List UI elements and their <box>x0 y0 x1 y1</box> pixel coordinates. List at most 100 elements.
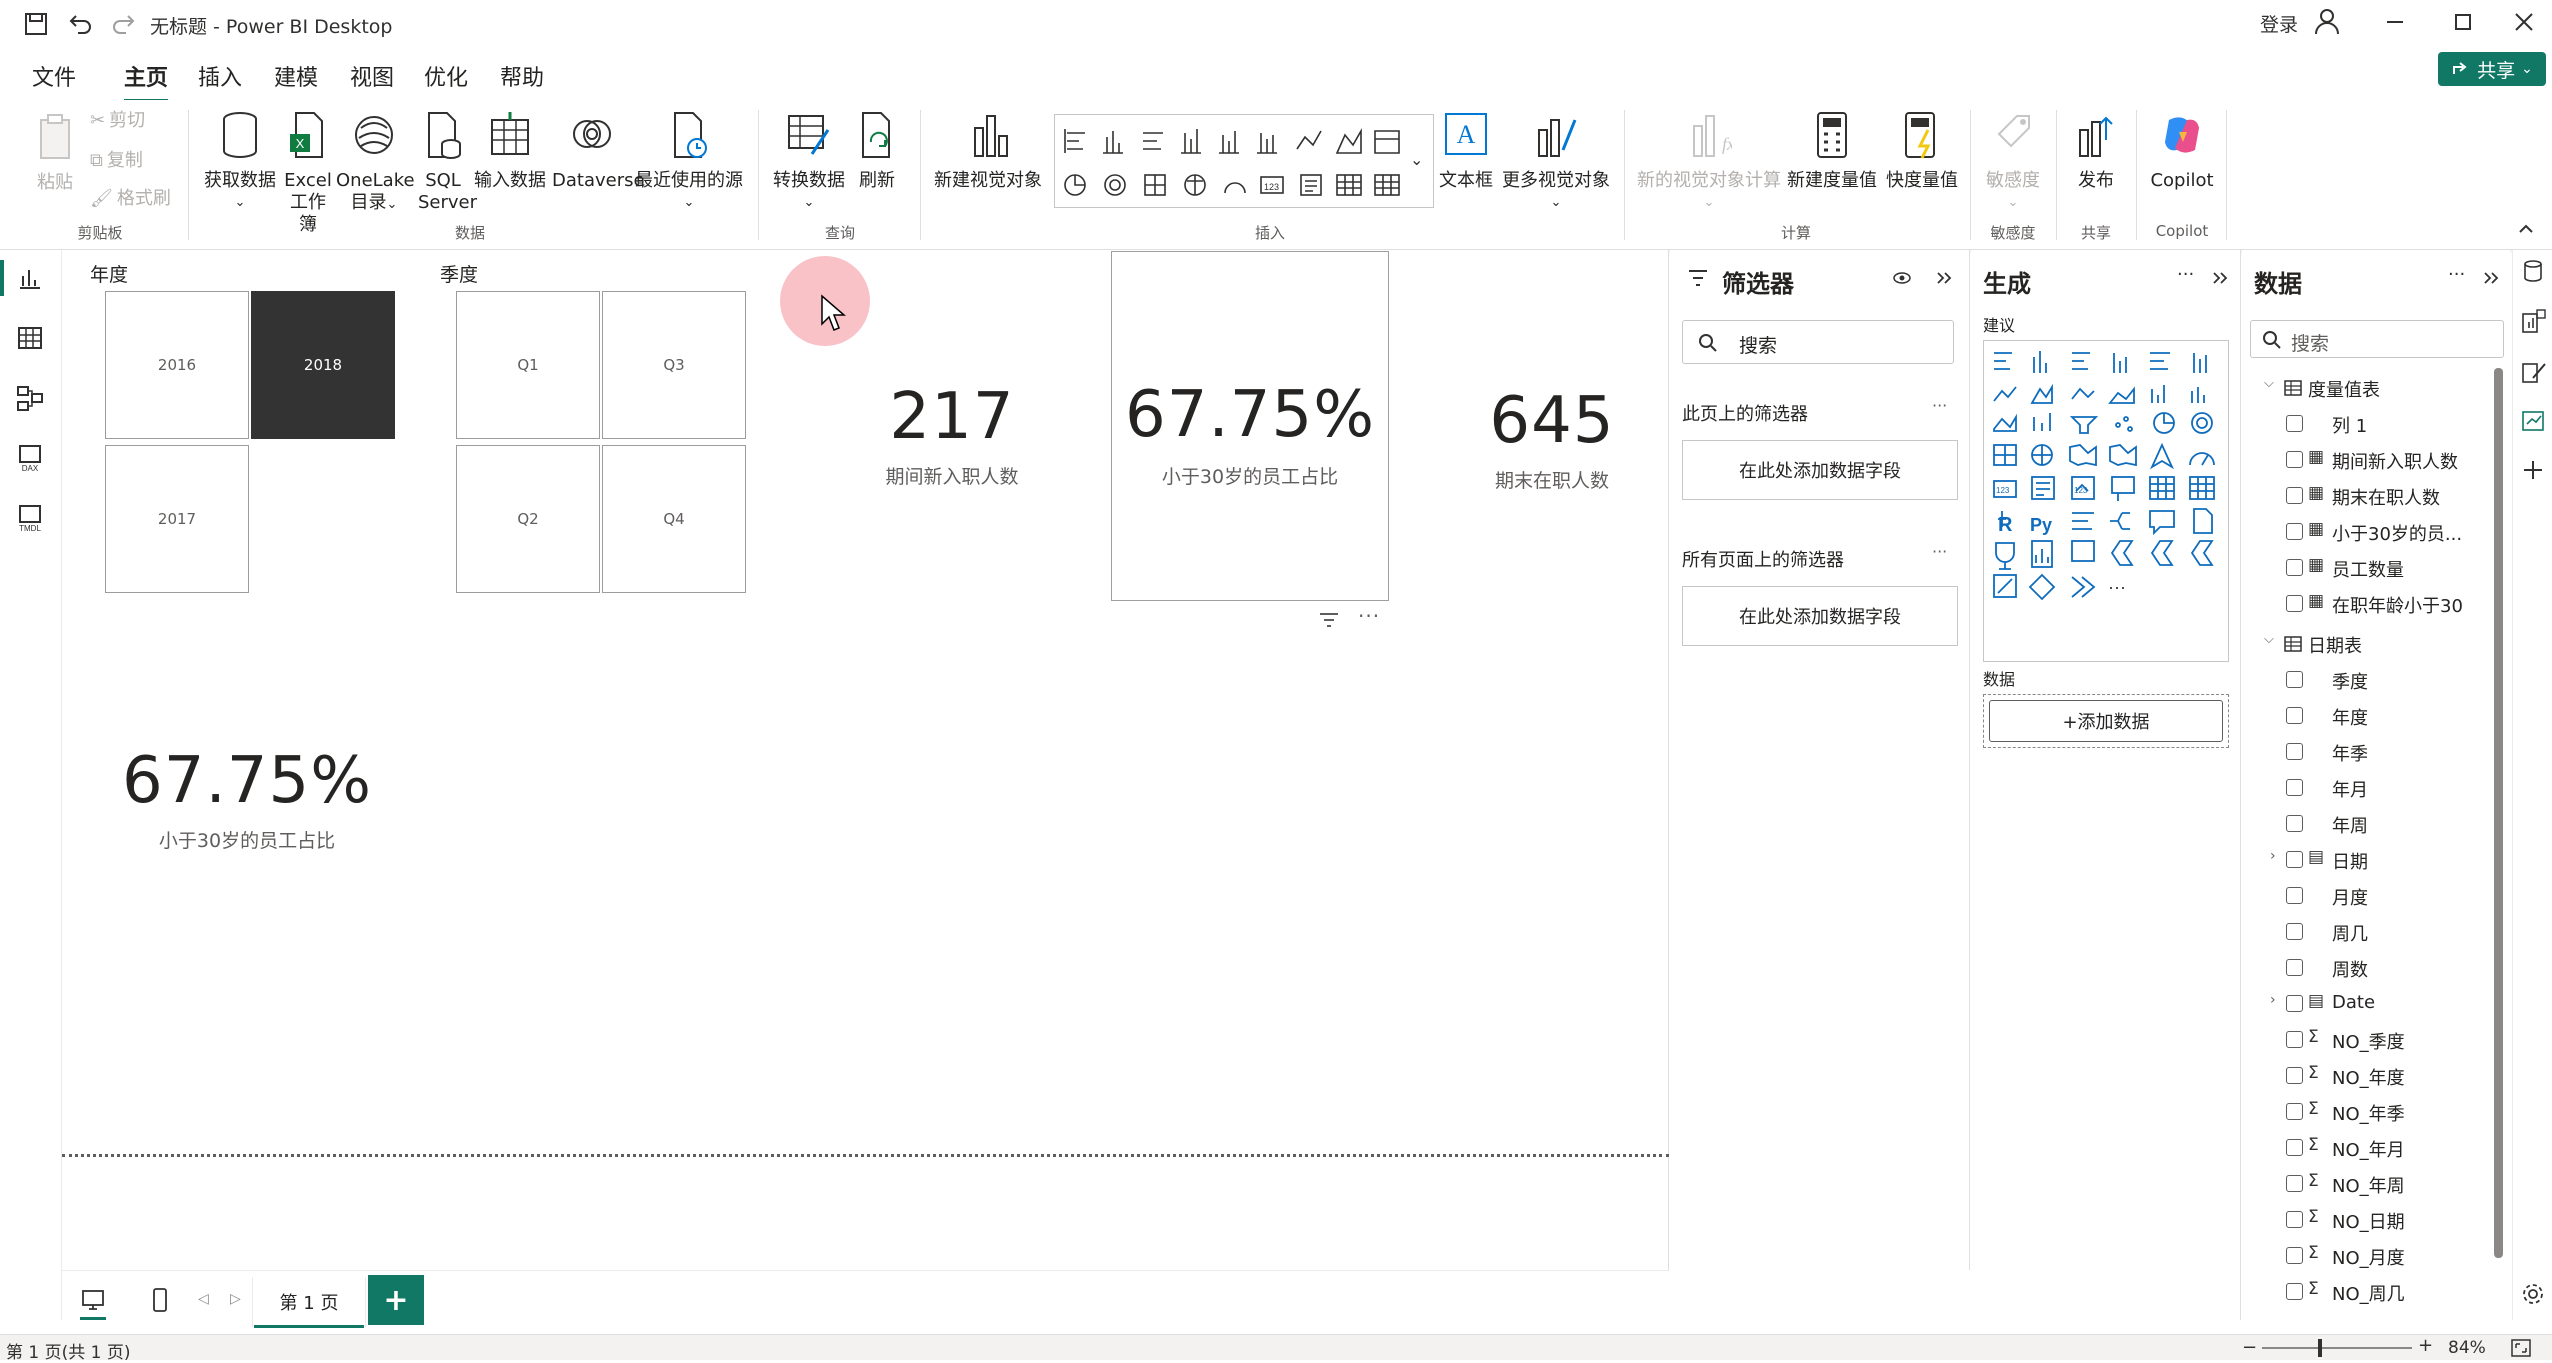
menu-help[interactable]: 帮助 <box>494 56 550 96</box>
field-checkbox[interactable] <box>2286 1211 2303 1228</box>
quarter-slicer-item[interactable]: Q3 <box>602 291 746 439</box>
all-pages-filter-drop-well[interactable]: 在此处添加数据字段 <box>1682 586 1958 646</box>
field-checkbox[interactable] <box>2286 523 2303 540</box>
fit-to-page-icon[interactable] <box>2510 1338 2532 1358</box>
new-measure-button[interactable]: 新建度量值 <box>1784 110 1880 192</box>
field-row[interactable]: 年季 <box>2242 734 2510 770</box>
menu-optimize[interactable]: 优化 <box>418 56 474 96</box>
field-checkbox[interactable] <box>2286 671 2303 688</box>
report-canvas[interactable]: 年度 2016 2018 2017 季度 Q1 Q3 Q2 Q4 217 期间新… <box>62 250 1669 1270</box>
tmdl-view-icon[interactable]: TMDL <box>14 502 46 534</box>
close-icon[interactable] <box>2512 10 2536 34</box>
transform-data-button[interactable]: 转换数据 ⌄ <box>770 110 848 214</box>
field-checkbox[interactable] <box>2286 1247 2303 1264</box>
collapse-pane-icon[interactable] <box>1934 268 1954 288</box>
field-checkbox[interactable] <box>2286 451 2303 468</box>
field-checkbox[interactable] <box>2286 1139 2303 1156</box>
format-painter-button[interactable]: 🖌 格式刷 <box>90 188 171 214</box>
dataverse-button[interactable]: Dataverse <box>552 110 645 192</box>
more-options-icon[interactable]: ··· <box>1932 542 1947 561</box>
user-avatar-icon[interactable] <box>2312 6 2342 36</box>
collapse-ribbon-icon[interactable] <box>2516 218 2536 238</box>
sign-in-link[interactable]: 登录 <box>2260 10 2298 37</box>
card-value[interactable]: 217 <box>842 380 1062 454</box>
quarter-slicer-item[interactable]: Q1 <box>456 291 600 439</box>
dax-query-view-icon[interactable]: DAX <box>14 442 46 474</box>
next-page-icon[interactable]: ▷ <box>230 1291 241 1307</box>
field-row[interactable]: › ▤ Date <box>2242 986 2510 1022</box>
desktop-layout-icon[interactable] <box>80 1287 106 1313</box>
quarter-slicer-item[interactable]: Q4 <box>602 445 746 593</box>
field-row[interactable]: Σ NO_日期 <box>2242 1202 2510 1238</box>
year-slicer-item[interactable]: 2016 <box>105 291 249 439</box>
copilot-button[interactable]: Copilot <box>2144 110 2220 192</box>
page-filter-drop-well[interactable]: 在此处添加数据字段 <box>1682 440 1958 500</box>
recent-sources-button[interactable]: 最近使用的源 ⌄ <box>634 110 744 214</box>
field-row[interactable]: Σ NO_季度 <box>2242 1022 2510 1058</box>
cut-button[interactable]: ✂ 剪切 <box>90 110 145 136</box>
excel-workbook-button[interactable]: X Excel 工作簿 <box>282 110 334 236</box>
gallery-expand-icon[interactable]: ⌄ <box>1410 150 1423 169</box>
field-checkbox[interactable] <box>2286 779 2303 796</box>
add-page-button[interactable]: + <box>368 1275 424 1325</box>
field-row[interactable]: 周数 <box>2242 950 2510 986</box>
field-row[interactable]: Σ NO_年月 <box>2242 1130 2510 1166</box>
chevron-down-icon[interactable]: ⌵ <box>2264 632 2274 647</box>
save-icon[interactable] <box>24 12 48 36</box>
field-checkbox[interactable] <box>2286 959 2303 976</box>
field-checkbox[interactable] <box>2286 1031 2303 1048</box>
menu-home[interactable]: 主页 <box>118 56 174 102</box>
field-row[interactable]: ▦ 期间新入职人数 <box>2242 442 2510 478</box>
zoom-out-button[interactable]: − <box>2242 1337 2257 1358</box>
sql-server-button[interactable]: SQL Server <box>418 110 477 214</box>
field-checkbox[interactable] <box>2286 995 2303 1012</box>
card-value[interactable]: 67.75% <box>122 744 372 818</box>
publish-button[interactable]: 发布 <box>2064 110 2128 192</box>
data-search-box[interactable]: 搜索 <box>2250 320 2504 358</box>
field-checkbox[interactable] <box>2286 595 2303 612</box>
field-row[interactable]: Σ NO_年周 <box>2242 1166 2510 1202</box>
field-row[interactable]: Σ NO_周几 <box>2242 1274 2510 1310</box>
measure-table-node[interactable]: ⌵ 度量值表 <box>2242 370 2510 406</box>
menu-file[interactable]: 文件 <box>26 56 82 96</box>
undo-icon[interactable] <box>68 10 94 36</box>
prev-page-icon[interactable]: ◁ <box>198 1291 209 1307</box>
add-data-button[interactable]: +添加数据 <box>1989 700 2223 742</box>
zoom-slider-thumb[interactable] <box>2318 1339 2322 1357</box>
quarter-slicer-item[interactable]: Q2 <box>456 445 600 593</box>
zoom-in-button[interactable]: + <box>2418 1335 2433 1356</box>
field-checkbox[interactable] <box>2286 815 2303 832</box>
field-row[interactable]: Σ NO_年季 <box>2242 1094 2510 1130</box>
field-checkbox[interactable] <box>2286 1103 2303 1120</box>
field-checkbox[interactable] <box>2286 559 2303 576</box>
copy-button[interactable]: ⧉ 复制 <box>90 150 143 176</box>
zoom-slider-track[interactable] <box>2262 1347 2412 1349</box>
year-slicer-item-selected[interactable]: 2018 <box>251 291 395 439</box>
field-checkbox[interactable] <box>2286 707 2303 724</box>
chevron-right-icon[interactable]: › <box>2270 848 2276 864</box>
field-checkbox[interactable] <box>2286 1283 2303 1300</box>
quick-measure-button[interactable]: 快度量值 <box>1882 110 1962 192</box>
field-row[interactable]: ▦ 期末在职人数 <box>2242 478 2510 514</box>
field-row[interactable]: › ▤ 日期 <box>2242 842 2510 878</box>
more-options-icon[interactable]: ··· <box>2177 264 2194 285</box>
date-table-node[interactable]: ⌵ 日期表 <box>2242 626 2510 662</box>
visual-type-icons[interactable]: R Py 123 123 ··· <box>1984 341 2230 663</box>
eye-icon[interactable] <box>1892 270 1912 286</box>
collapse-pane-icon[interactable] <box>2482 268 2500 288</box>
new-visual-button[interactable]: 新建视觉对象 <box>932 110 1044 192</box>
settings-gear-icon[interactable] <box>2521 1282 2545 1306</box>
field-row[interactable]: 年周 <box>2242 806 2510 842</box>
more-visuals-button[interactable]: 更多视觉对象 ⌄ <box>1500 110 1612 214</box>
field-row[interactable]: 列 1 <box>2242 406 2510 442</box>
field-row[interactable]: 周几 <box>2242 914 2510 950</box>
data-pane-icon[interactable] <box>2521 258 2545 284</box>
model-view-icon[interactable] <box>14 382 46 414</box>
field-checkbox[interactable] <box>2286 887 2303 904</box>
table-view-icon[interactable] <box>14 322 46 354</box>
chevron-down-icon[interactable]: ⌵ <box>2264 376 2274 391</box>
report-view-icon[interactable] <box>14 262 46 294</box>
field-checkbox[interactable] <box>2286 851 2303 868</box>
field-row[interactable]: 季度 <box>2242 662 2510 698</box>
new-visual-calc-button[interactable]: fx 新的视觉对象计算⌄ <box>1636 110 1782 214</box>
